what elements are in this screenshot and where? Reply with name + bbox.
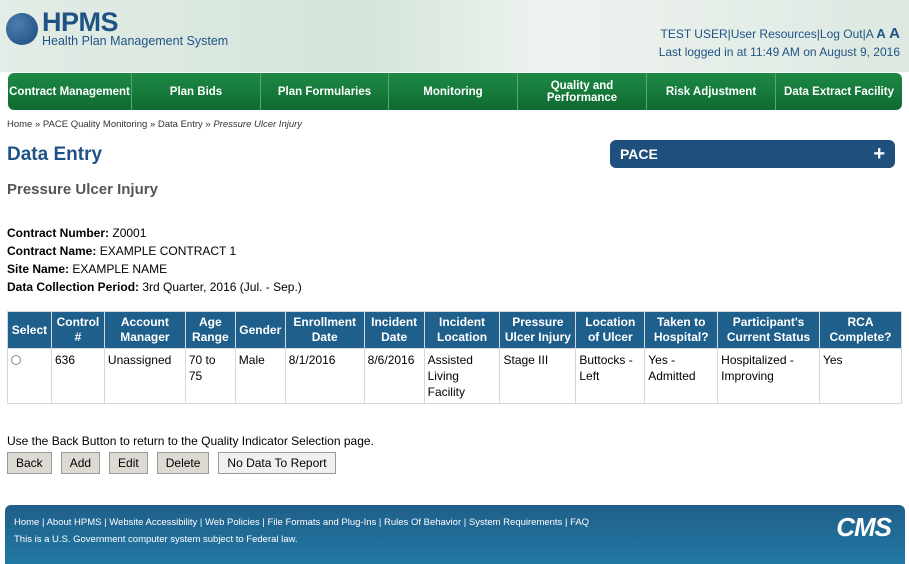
contract-number: Z0001 [112, 226, 147, 240]
col-header: Control # [50, 311, 105, 349]
cell: Hospitalized - Improving [717, 348, 820, 404]
font-large[interactable]: A [889, 25, 900, 42]
col-header: Participant's Current Status [717, 311, 820, 349]
cell: 636 [50, 348, 105, 404]
table-header: Select Control # Account Manager Age Ran… [7, 311, 903, 349]
site-name-label: Site Name: [7, 262, 70, 276]
table-row: 636 Unassigned 70 to 75 Male 8/1/2016 8/… [7, 348, 903, 404]
cell: 8/6/2016 [363, 348, 425, 404]
add-button[interactable]: Add [60, 452, 101, 474]
nav-plan-bids[interactable]: Plan Bids [132, 73, 261, 110]
col-header: Age Range [184, 311, 236, 349]
col-header: Incident Date [363, 311, 425, 349]
cell: Assisted Living Facility [423, 348, 501, 404]
footer-link-rules[interactable]: Rules Of Behavior [384, 517, 461, 528]
footer-link-about[interactable]: About HPMS [47, 517, 102, 528]
cms-logo: CMS [836, 512, 892, 542]
breadcrumb-home[interactable]: Home [7, 119, 32, 130]
user-resources-link[interactable]: User Resources [731, 27, 817, 41]
globe-icon [6, 13, 38, 45]
footer-links: Home | About HPMS | Website Accessibilit… [14, 517, 590, 528]
col-header: Gender [234, 311, 286, 349]
plus-icon[interactable]: + [873, 144, 885, 164]
select-cell [7, 348, 52, 404]
back-note: Use the Back Button to return to the Qua… [7, 434, 374, 448]
nav-monitoring[interactable]: Monitoring [389, 73, 518, 110]
footer-link-home[interactable]: Home [14, 517, 39, 528]
col-header: Pressure Ulcer Injury [499, 311, 577, 349]
page-subtitle: Pressure Ulcer Injury [7, 181, 158, 198]
main-nav: Contract Management Plan Bids Plan Formu… [8, 73, 902, 110]
footer: Home | About HPMS | Website Accessibilit… [5, 505, 905, 564]
contract-number-label: Contract Number: [7, 226, 110, 240]
select-radio[interactable] [11, 355, 21, 365]
separator: » [34, 119, 41, 130]
col-header: RCA Complete? [818, 311, 903, 349]
font-medium[interactable]: A [876, 26, 885, 41]
logo-title: HPMS [42, 7, 119, 37]
cell: 70 to 75 [184, 348, 236, 404]
col-header: Account Manager [103, 311, 186, 349]
no-data-button[interactable]: No Data To Report [218, 452, 336, 474]
cell: Yes - Admitted [644, 348, 719, 404]
action-buttons: Back Add Edit Delete No Data To Report [7, 452, 336, 474]
period: 3rd Quarter, 2016 (Jul. - Sep.) [142, 280, 302, 294]
footer-link-faq[interactable]: FAQ [570, 517, 589, 528]
edit-button[interactable]: Edit [109, 452, 148, 474]
site-name: EXAMPLE NAME [72, 262, 168, 276]
contract-name-label: Contract Name: [7, 244, 97, 258]
contract-info: Contract Number: Z0001 Contract Name: EX… [7, 224, 302, 296]
last-login: Last logged in at 11:49 AM on August 9, … [658, 45, 900, 59]
cell: Stage III [499, 348, 577, 404]
footer-link-formats[interactable]: File Formats and Plug-Ins [268, 517, 377, 528]
hpms-logo[interactable]: HPMS Health Plan Management System [6, 7, 229, 48]
breadcrumb-current: Pressure Ulcer Injury [213, 119, 303, 130]
footer-link-requirements[interactable]: System Requirements [469, 517, 562, 528]
pace-label: PACE [620, 146, 658, 162]
col-header: Enrollment Date [284, 311, 365, 349]
cell: Buttocks - Left [575, 348, 646, 404]
cell: Yes [818, 348, 903, 404]
cell: Male [234, 348, 286, 404]
back-button[interactable]: Back [7, 452, 52, 474]
header: HPMS Health Plan Management System TEST … [0, 0, 909, 72]
logo-subtitle: Health Plan Management System [42, 34, 229, 48]
font-small[interactable]: A [866, 27, 873, 41]
delete-button[interactable]: Delete [156, 452, 210, 474]
contract-name: EXAMPLE CONTRACT 1 [99, 244, 237, 258]
pace-panel-toggle[interactable]: PACE + [610, 140, 895, 168]
page-title: Data Entry [7, 144, 103, 165]
nav-risk-adjustment[interactable]: Risk Adjustment [647, 73, 776, 110]
data-table: Select Control # Account Manager Age Ran… [7, 311, 903, 404]
footer-notice: This is a U.S. Government computer syste… [14, 534, 298, 545]
cell: 8/1/2016 [284, 348, 365, 404]
footer-link-accessibility[interactable]: Website Accessibility [109, 517, 197, 528]
logout-link[interactable]: Log Out [820, 27, 863, 41]
nav-data-extract[interactable]: Data Extract Facility [776, 73, 902, 110]
breadcrumb-data-entry[interactable]: Data Entry [158, 119, 203, 130]
footer-link-policies[interactable]: Web Policies [205, 517, 260, 528]
nav-quality-performance[interactable]: Quality and Performance [518, 73, 647, 110]
breadcrumb: Home » PACE Quality Monitoring » Data En… [7, 119, 302, 130]
cell: Unassigned [103, 348, 186, 404]
separator: » [149, 119, 156, 130]
nav-plan-formularies[interactable]: Plan Formularies [261, 73, 389, 110]
user-name[interactable]: TEST USER [661, 27, 728, 41]
col-header: Select [7, 311, 52, 349]
separator: » [205, 119, 211, 130]
user-utilities: TEST USER|User Resources|Log Out|A A A L… [658, 25, 900, 59]
breadcrumb-pace[interactable]: PACE Quality Monitoring [43, 119, 147, 130]
nav-contract-management[interactable]: Contract Management [8, 73, 132, 110]
col-header: Location of Ulcer [575, 311, 646, 349]
col-header: Incident Location [423, 311, 501, 349]
col-header: Taken to Hospital? [644, 311, 719, 349]
period-label: Data Collection Period: [7, 280, 140, 294]
